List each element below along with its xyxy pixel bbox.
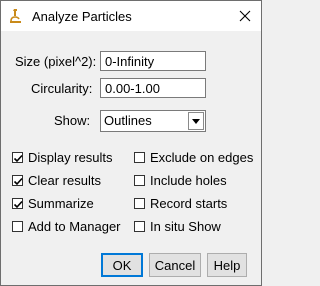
checkbox-box[interactable]	[134, 220, 145, 232]
clear-results-checkbox[interactable]: Clear results	[12, 172, 101, 188]
display-results-checkbox[interactable]: Display results	[12, 149, 113, 165]
add-to-manager-label: Add to Manager	[28, 218, 121, 234]
checkbox-box[interactable]	[134, 174, 145, 186]
size-input[interactable]	[100, 51, 206, 71]
show-label: Show:	[54, 113, 91, 128]
show-select-value: Outlines	[104, 113, 152, 128]
ok-button[interactable]: OK	[101, 253, 143, 277]
close-icon	[239, 10, 251, 22]
chevron-down-icon	[192, 119, 200, 124]
record-starts-checkbox[interactable]: Record starts	[134, 195, 227, 211]
checkmark-icon	[13, 154, 23, 162]
checkbox-box[interactable]	[134, 197, 145, 209]
exclude-on-edges-checkbox[interactable]: Exclude on edges	[134, 149, 253, 165]
summarize-checkbox[interactable]: Summarize	[12, 195, 94, 211]
window-title: Analyze Particles	[32, 9, 132, 24]
checkbox-box[interactable]	[12, 220, 23, 232]
checkbox-box[interactable]	[12, 197, 23, 209]
checkbox-box[interactable]	[12, 174, 23, 186]
size-label: Size (pixel^2):	[15, 54, 97, 69]
cancel-button[interactable]: Cancel	[149, 253, 201, 277]
include-holes-checkbox[interactable]: Include holes	[134, 172, 227, 188]
add-to-manager-checkbox[interactable]: Add to Manager	[12, 218, 121, 234]
circularity-label: Circularity:	[31, 81, 93, 96]
in-situ-show-checkbox[interactable]: In situ Show	[134, 218, 221, 234]
record-starts-label: Record starts	[150, 195, 228, 211]
show-select[interactable]: Outlines	[100, 110, 206, 132]
include-holes-label: Include holes	[150, 172, 227, 188]
summarize-label: Summarize	[28, 195, 94, 211]
dropdown-arrow[interactable]	[188, 112, 204, 130]
microscope-icon	[9, 8, 23, 24]
checkbox-box[interactable]	[134, 151, 145, 163]
analyze-particles-dialog: Analyze Particles Size (pixel^2): Circul…	[0, 0, 262, 286]
title-bar: Analyze Particles	[1, 1, 261, 31]
checkbox-box[interactable]	[12, 151, 23, 163]
checkmark-icon	[13, 177, 23, 185]
help-button[interactable]: Help	[207, 253, 247, 277]
in-situ-show-label: In situ Show	[150, 218, 221, 234]
exclude-on-edges-label: Exclude on edges	[150, 149, 254, 165]
close-button[interactable]	[231, 1, 261, 31]
display-results-label: Display results	[28, 149, 113, 165]
circularity-input[interactable]	[100, 78, 206, 98]
clear-results-label: Clear results	[28, 172, 101, 188]
checkmark-icon	[13, 200, 23, 208]
